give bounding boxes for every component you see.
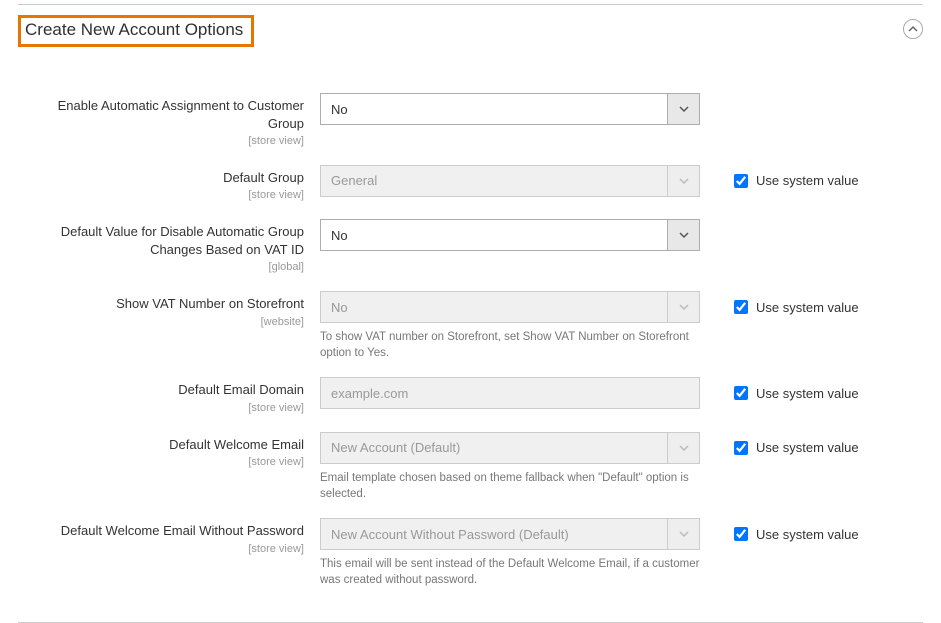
config-row: Enable Automatic Assignment to Customer … xyxy=(18,93,923,149)
use-system-value-label: Use system value xyxy=(756,386,859,401)
config-row: Default Group[store view]GeneralUse syst… xyxy=(18,165,923,203)
chevron-down-icon xyxy=(668,432,700,464)
field-control: No To show VAT number on Storefront, set … xyxy=(320,291,700,361)
field-scope: [store view] xyxy=(18,542,304,557)
chevron-down-icon xyxy=(668,165,700,197)
field-scope: [website] xyxy=(18,315,304,330)
text-input-value: example.com xyxy=(320,377,700,409)
field-label-text: Default Email Domain xyxy=(18,381,304,399)
use-system-value-checkbox[interactable] xyxy=(734,441,748,455)
field-label-text: Default Group xyxy=(18,169,304,187)
field-label: Default Welcome Email Without Password [s… xyxy=(18,518,320,556)
field-control: New Account Without Password (Default) Th… xyxy=(320,518,700,588)
select-input: New Account (Default) xyxy=(320,432,700,464)
field-control: New Account (Default) Email template chos… xyxy=(320,432,700,502)
config-row: Default Welcome Email[store view]New Acc… xyxy=(18,432,923,502)
select-input: New Account Without Password (Default) xyxy=(320,518,700,550)
use-system-value xyxy=(700,219,730,225)
field-label-text: Default Welcome Email Without Password xyxy=(18,522,304,540)
use-system-value-label: Use system value xyxy=(756,173,859,188)
use-system-value: Use system value xyxy=(700,432,859,458)
chevron-down-icon xyxy=(668,291,700,323)
chevron-up-icon xyxy=(908,24,918,34)
field-control: example.com xyxy=(320,377,700,409)
use-system-value-label: Use system value xyxy=(756,527,859,542)
use-system-value-checkbox[interactable] xyxy=(734,527,748,541)
select-value: General xyxy=(320,165,668,197)
config-row: Default Value for Disable Automatic Grou… xyxy=(18,219,923,275)
use-system-value-label: Use system value xyxy=(756,300,859,315)
use-system-value xyxy=(700,93,730,99)
field-label-text: Enable Automatic Assignment to Customer … xyxy=(18,97,304,132)
field-label: Default Welcome Email[store view] xyxy=(18,432,320,470)
field-label: Default Value for Disable Automatic Grou… xyxy=(18,219,320,275)
field-scope: [store view] xyxy=(18,188,304,203)
section-title-highlight: Create New Account Options xyxy=(18,15,254,47)
field-label-text: Default Welcome Email xyxy=(18,436,304,454)
field-scope: [global] xyxy=(18,260,304,275)
config-row: Default Email Domain [store view] example.… xyxy=(18,377,923,415)
field-label-text: Default Value for Disable Automatic Grou… xyxy=(18,223,304,258)
field-label: Default Email Domain [store view] xyxy=(18,377,320,415)
select-input: No xyxy=(320,291,700,323)
field-label-text: Show VAT Number on Storefront xyxy=(18,295,304,313)
field-control: No xyxy=(320,219,700,251)
field-hint: To show VAT number on Storefront, set Sh… xyxy=(320,329,700,361)
config-row: Show VAT Number on Storefront [website] No… xyxy=(18,291,923,361)
section-title: Create New Account Options xyxy=(25,20,243,39)
chevron-down-icon xyxy=(668,518,700,550)
config-row: Default Welcome Email Without Password [s… xyxy=(18,518,923,588)
field-control: General xyxy=(320,165,700,197)
chevron-down-icon xyxy=(668,93,700,125)
form-area: Enable Automatic Assignment to Customer … xyxy=(18,53,923,614)
field-hint: Email template chosen based on theme fal… xyxy=(320,470,700,502)
use-system-value-checkbox[interactable] xyxy=(734,300,748,314)
use-system-value-checkbox[interactable] xyxy=(734,386,748,400)
select-value: No xyxy=(320,219,668,251)
field-scope: [store view] xyxy=(18,401,304,416)
field-scope: [store view] xyxy=(18,134,304,149)
use-system-value-checkbox[interactable] xyxy=(734,174,748,188)
field-label: Show VAT Number on Storefront [website] xyxy=(18,291,320,329)
section-header: Create New Account Options xyxy=(18,5,923,53)
use-system-value: Use system value xyxy=(700,377,859,403)
select-value: No xyxy=(320,93,668,125)
select-value: New Account (Default) xyxy=(320,432,668,464)
field-hint: This email will be sent instead of the D… xyxy=(320,556,700,588)
field-control: No xyxy=(320,93,700,125)
chevron-down-icon xyxy=(668,219,700,251)
collapse-button[interactable] xyxy=(903,19,923,39)
use-system-value: Use system value xyxy=(700,518,859,544)
select-input[interactable]: No xyxy=(320,219,700,251)
use-system-value-label: Use system value xyxy=(756,440,859,455)
field-label: Default Group[store view] xyxy=(18,165,320,203)
select-input: General xyxy=(320,165,700,197)
text-input: example.com xyxy=(320,377,700,409)
select-value: No xyxy=(320,291,668,323)
field-scope: [store view] xyxy=(18,455,304,470)
select-input[interactable]: No xyxy=(320,93,700,125)
field-label: Enable Automatic Assignment to Customer … xyxy=(18,93,320,149)
select-value: New Account Without Password (Default) xyxy=(320,518,668,550)
use-system-value: Use system value xyxy=(700,291,859,317)
use-system-value: Use system value xyxy=(700,165,859,191)
